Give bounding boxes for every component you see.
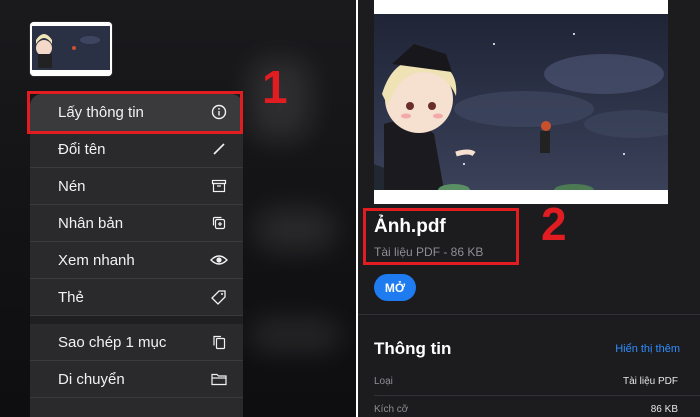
file-info-screen: Ảnh.pdf Tài liệu PDF - 86 KB 2 MỞ Thông … <box>358 0 700 417</box>
show-more-link[interactable]: Hiển thị thêm <box>615 343 680 355</box>
highlight-box-step-1 <box>27 91 243 134</box>
menu-item-label: Di chuyển <box>58 370 125 388</box>
pencil-icon <box>209 139 229 159</box>
menu-item-quick-look[interactable]: Xem nhanh <box>30 242 243 279</box>
menu-item-label: Nhân bản <box>58 214 124 232</box>
blurred-background <box>250 320 340 350</box>
blurred-background <box>255 210 335 250</box>
menu-item-duplicate[interactable]: Nhân bản <box>30 205 243 242</box>
menu-item-label: Sao chép 1 mục <box>58 333 167 351</box>
menu-item-compress[interactable]: Nén <box>30 168 243 205</box>
file-thumbnail <box>30 22 112 76</box>
info-row-label: Kích cỡ <box>374 404 409 415</box>
anime-character-illustration <box>374 14 668 190</box>
menu-item-tags[interactable]: Thẻ <box>30 279 243 316</box>
info-row-value: 86 KB <box>650 404 678 415</box>
section-divider <box>358 314 700 315</box>
menu-item-label: Thẻ <box>58 288 84 306</box>
info-row-value: Tài liệu PDF <box>622 376 678 387</box>
menu-item-label: Xem nhanh <box>58 251 135 269</box>
menu-item-partial <box>30 398 243 417</box>
files-context-menu-screen: Lấy thông tin Đổi tên Nén Nhân bản Xem n… <box>0 0 356 417</box>
step-number-2: 2 <box>541 198 567 250</box>
archive-icon <box>209 176 229 196</box>
info-row-label: Loại <box>374 376 393 387</box>
folder-icon <box>209 369 229 389</box>
file-preview <box>374 0 668 204</box>
menu-item-move[interactable]: Di chuyển <box>30 361 243 398</box>
context-menu: Lấy thông tin Đổi tên Nén Nhân bản Xem n… <box>30 94 243 417</box>
eye-icon <box>209 250 229 270</box>
info-section-title: Thông tin <box>374 339 452 358</box>
copy-icon <box>209 332 229 352</box>
menu-separator <box>30 316 243 324</box>
step-number-1: 1 <box>262 61 288 113</box>
menu-item-label: Nén <box>58 177 86 195</box>
preview-image <box>374 14 668 190</box>
row-divider <box>374 395 700 396</box>
menu-item-label: Đổi tên <box>58 140 106 158</box>
tag-icon <box>209 287 229 307</box>
menu-item-rename[interactable]: Đổi tên <box>30 131 243 168</box>
thumbnail-image <box>30 22 112 76</box>
highlight-box-step-2 <box>363 208 519 265</box>
duplicate-icon <box>209 213 229 233</box>
open-button[interactable]: MỞ <box>374 274 416 301</box>
menu-item-copy[interactable]: Sao chép 1 mục <box>30 324 243 361</box>
